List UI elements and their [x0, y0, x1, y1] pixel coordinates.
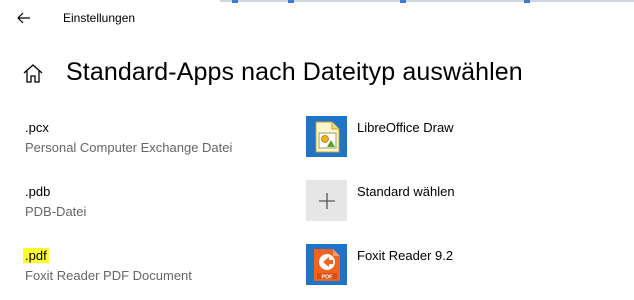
- choose-default-button-pdb[interactable]: Standard wählen: [306, 180, 556, 224]
- file-extension: .pdf: [23, 248, 49, 263]
- page-title: Standard-Apps nach Dateityp auswählen: [66, 58, 523, 86]
- plus-icon: [306, 180, 347, 221]
- app-name: Foxit Reader 9.2: [357, 248, 454, 263]
- libreoffice-draw-icon: [306, 116, 347, 157]
- edge-mark: [524, 0, 530, 3]
- edge-mark: [232, 0, 238, 3]
- edge-mark: [400, 0, 406, 3]
- file-extension: .pcx: [25, 120, 49, 135]
- file-description: Foxit Reader PDF Document: [25, 268, 192, 283]
- file-description: PDB-Datei: [25, 204, 87, 219]
- home-icon[interactable]: [22, 63, 44, 85]
- back-arrow-icon: [17, 12, 30, 24]
- file-description: Personal Computer Exchange Datei: [25, 140, 233, 155]
- window-top-edge: [220, 0, 634, 2]
- window-title: Einstellungen: [63, 11, 136, 25]
- file-type-row-pdb: .pdb PDB-Datei Standard wählen: [0, 180, 634, 240]
- file-type-row-pcx: .pcx Personal Computer Exchange Datei Li…: [0, 116, 634, 176]
- default-app-button-pdf[interactable]: PDF Foxit Reader 9.2: [306, 244, 556, 288]
- app-name: LibreOffice Draw: [357, 120, 454, 135]
- title-bar: Einstellungen: [0, 0, 634, 36]
- app-name: Standard wählen: [357, 184, 455, 199]
- foxit-reader-icon: PDF: [306, 244, 347, 285]
- back-button[interactable]: [10, 4, 38, 32]
- default-app-button-pcx[interactable]: LibreOffice Draw: [306, 116, 556, 160]
- file-type-row-pdf: .pdf Foxit Reader PDF Document PDF Foxit…: [0, 244, 634, 300]
- highlighted-extension: .pdf: [23, 248, 49, 263]
- file-extension: .pdb: [25, 184, 51, 199]
- edge-mark: [288, 0, 294, 3]
- svg-text:PDF: PDF: [321, 274, 333, 280]
